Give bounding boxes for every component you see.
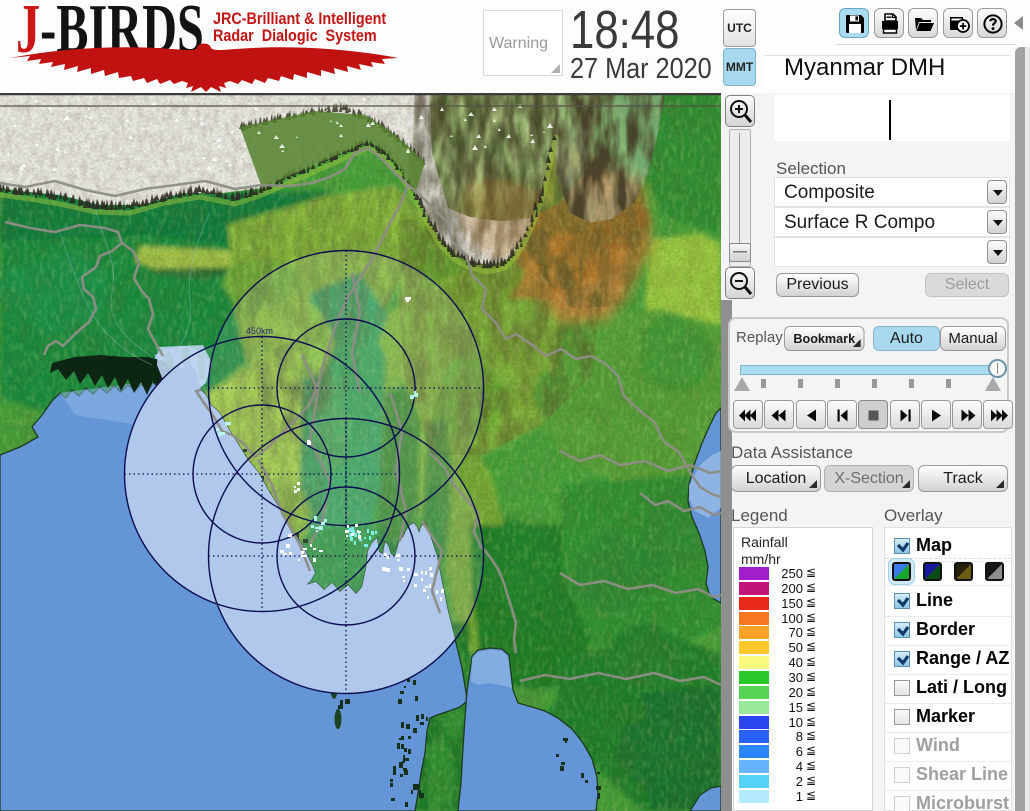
svg-text:450km: 450km [246, 326, 273, 336]
